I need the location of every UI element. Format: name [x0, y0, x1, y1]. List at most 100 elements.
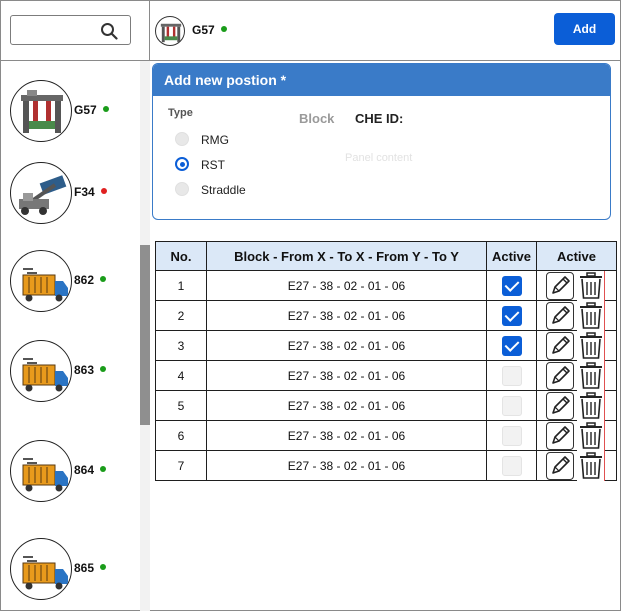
cell-actions — [536, 420, 617, 451]
table-header-row: No. Block - From X - To X - From Y - To … — [155, 241, 617, 271]
delete-button[interactable] — [577, 451, 605, 481]
cell-actions — [536, 360, 617, 391]
cell-no: 2 — [155, 300, 207, 331]
trash-icon — [580, 332, 602, 359]
radio-button[interactable] — [175, 182, 189, 196]
trash-icon — [580, 452, 602, 479]
trash-icon — [580, 272, 602, 299]
status-dot — [100, 188, 107, 194]
edit-button[interactable] — [546, 392, 574, 420]
pencil-icon — [552, 366, 570, 384]
positions-table: No. Block - From X - To X - From Y - To … — [155, 241, 617, 481]
delete-button[interactable] — [577, 301, 605, 331]
cell-block: E27 - 38 - 02 - 01 - 06 — [206, 360, 487, 391]
header-actions: Active — [536, 241, 617, 271]
machine-name: F34 — [74, 185, 107, 199]
pencil-icon — [552, 396, 570, 414]
cell-no: 6 — [155, 420, 207, 451]
cell-active — [486, 420, 537, 451]
search-box[interactable] — [10, 15, 131, 45]
edit-button[interactable] — [546, 362, 574, 390]
add-position-panel: Add new postion * Type RMG RST Straddle … — [152, 63, 611, 220]
machine-item-865[interactable]: 865 — [10, 538, 135, 600]
cell-actions — [536, 270, 617, 301]
edit-button[interactable] — [546, 302, 574, 330]
status-dot — [100, 366, 107, 372]
status-dot — [100, 466, 107, 472]
machine-item-864[interactable]: 864 — [10, 440, 135, 502]
cell-actions — [536, 300, 617, 331]
status-dot — [100, 276, 107, 282]
cell-active — [486, 330, 537, 361]
active-checkbox[interactable] — [501, 395, 522, 416]
pencil-icon — [552, 426, 570, 444]
cell-no: 1 — [155, 270, 207, 301]
cell-no: 5 — [155, 390, 207, 421]
cell-block: E27 - 38 - 02 - 01 - 06 — [206, 390, 487, 421]
status-dot — [102, 106, 109, 112]
search-icon[interactable] — [100, 22, 118, 40]
active-checkbox[interactable] — [501, 305, 522, 326]
machine-item-862[interactable]: 862 — [10, 250, 135, 312]
machine-item-f34[interactable]: F34 — [10, 162, 135, 224]
machine-item-g57[interactable]: G57 — [10, 80, 135, 142]
delete-button[interactable] — [577, 391, 605, 421]
edit-button[interactable] — [546, 422, 574, 450]
table-row: 1 E27 - 38 - 02 - 01 - 06 — [155, 270, 617, 301]
reach-stacker-icon — [10, 162, 72, 224]
trash-icon — [580, 422, 602, 449]
type-label: Type — [168, 107, 193, 119]
block-label: Block — [299, 111, 335, 126]
table-row: 6 E27 - 38 - 02 - 01 - 06 — [155, 420, 617, 451]
selected-machine-name: G57 — [192, 23, 227, 37]
search-area — [0, 0, 150, 61]
pencil-icon — [552, 306, 570, 324]
active-checkbox[interactable] — [501, 455, 522, 476]
active-checkbox[interactable] — [501, 335, 522, 356]
cell-actions — [536, 330, 617, 361]
truck-icon — [10, 440, 72, 502]
gantry-crane-icon — [10, 80, 72, 142]
status-dot — [100, 564, 107, 570]
trash-icon — [580, 302, 602, 329]
header-no: No. — [155, 241, 207, 271]
search-input[interactable] — [17, 21, 97, 39]
machine-name: 864 — [74, 463, 107, 477]
status-dot — [220, 26, 227, 32]
radio-button[interactable] — [175, 157, 189, 171]
delete-button[interactable] — [577, 331, 605, 361]
active-checkbox[interactable] — [501, 425, 522, 446]
cell-active — [486, 270, 537, 301]
cell-active — [486, 360, 537, 391]
edit-button[interactable] — [546, 332, 574, 360]
cell-block: E27 - 38 - 02 - 01 - 06 — [206, 420, 487, 451]
delete-button[interactable] — [577, 421, 605, 451]
table-row: 5 E27 - 38 - 02 - 01 - 06 — [155, 390, 617, 421]
table-row: 3 E27 - 38 - 02 - 01 - 06 — [155, 330, 617, 361]
delete-button[interactable] — [577, 271, 605, 301]
cell-block: E27 - 38 - 02 - 01 - 06 — [206, 450, 487, 481]
machine-name: 862 — [74, 273, 107, 287]
add-button[interactable]: Add — [554, 13, 615, 45]
cell-active — [486, 390, 537, 421]
cell-no: 3 — [155, 330, 207, 361]
machine-name: 865 — [74, 561, 107, 575]
panel-title: Add new postion * — [153, 64, 610, 96]
edit-button[interactable] — [546, 452, 574, 480]
active-checkbox[interactable] — [501, 365, 522, 386]
panel-content-placeholder: Panel content — [345, 152, 413, 164]
pencil-icon — [552, 336, 570, 354]
trash-icon — [580, 392, 602, 419]
radio-button[interactable] — [175, 132, 189, 146]
truck-icon — [10, 340, 72, 402]
cell-active — [486, 450, 537, 481]
cell-block: E27 - 38 - 02 - 01 - 06 — [206, 270, 487, 301]
truck-icon — [10, 250, 72, 312]
pencil-icon — [552, 456, 570, 474]
edit-button[interactable] — [546, 272, 574, 300]
sidebar-scrollbar-thumb[interactable] — [140, 245, 150, 425]
active-checkbox[interactable] — [501, 275, 522, 296]
gantry-crane-icon — [155, 16, 185, 46]
delete-button[interactable] — [577, 361, 605, 391]
machine-item-863[interactable]: 863 — [10, 340, 135, 402]
